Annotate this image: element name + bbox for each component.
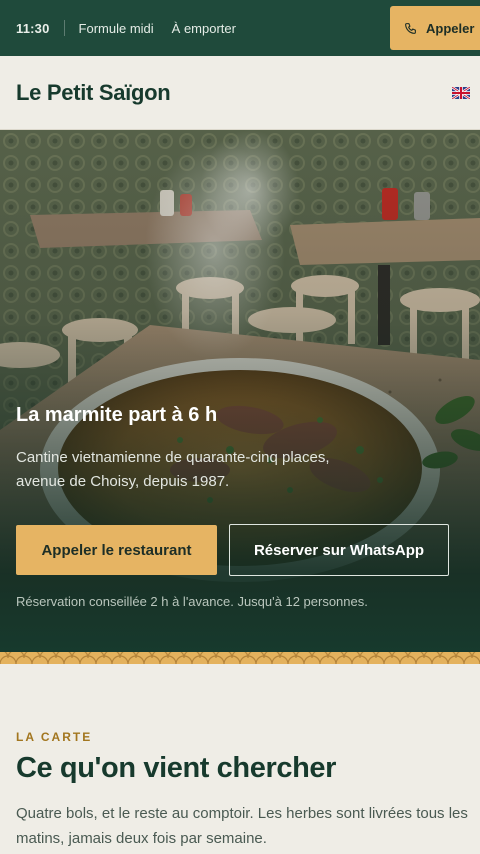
divider [63,20,65,36]
site-header: Le Petit Saïgon [0,56,480,130]
link-formule-midi[interactable]: Formule midi [79,21,154,36]
wave-pattern-divider [0,652,480,664]
menu-section: LA CARTE Ce qu'on vient chercher Quatre … [0,664,480,854]
whatsapp-booking-button[interactable]: Réserver sur WhatsApp [229,524,449,576]
uk-flag-icon[interactable] [452,86,470,99]
call-button-label: Appeler [426,20,475,36]
booking-note: Réservation conseillée 2 h à l'avance. J… [16,594,368,609]
hero: La marmite part à 6 h Cantine vietnamien… [0,130,480,652]
phone-icon [405,22,416,34]
section-lead: Quatre bols, et le reste au comptoir. Le… [16,805,468,847]
link-a-emporter[interactable]: À emporter [172,21,236,36]
opening-time: 11:30 [16,20,50,36]
section-heading: Ce qu'on vient chercher [16,752,336,784]
top-bar: 11:30 Formule midi À emporter Appeler [0,0,480,56]
brand-logo[interactable]: Le Petit Saïgon [16,80,171,106]
hero-subtitle: Cantine vietnamienne de quarante-cinq pl… [16,449,330,490]
call-button[interactable]: Appeler [390,6,480,50]
section-eyebrow: LA CARTE [16,730,93,744]
call-restaurant-button[interactable]: Appeler le restaurant [16,525,217,575]
hero-title: La marmite part à 6 h [16,404,218,426]
